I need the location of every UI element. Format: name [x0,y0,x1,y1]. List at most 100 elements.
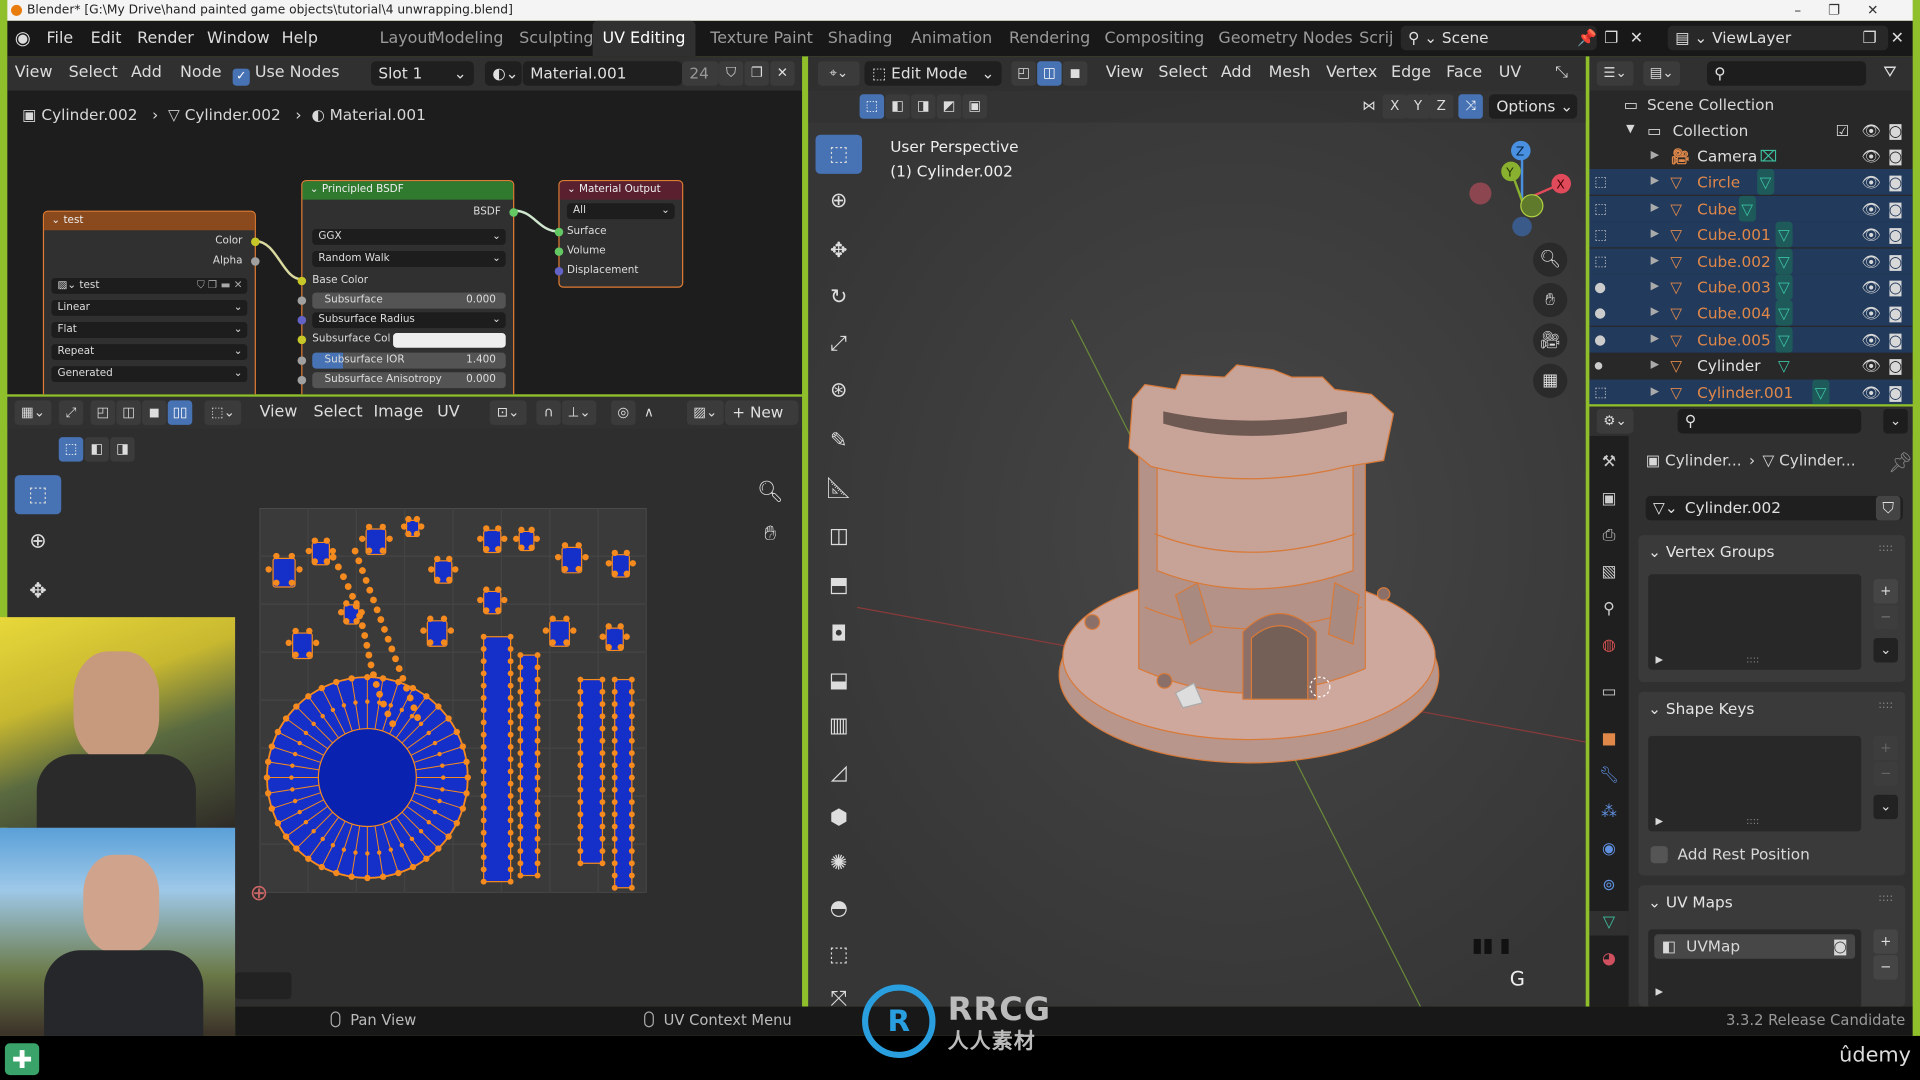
edit-mode-toggle-icon[interactable]: ⬚ [1594,222,1607,248]
socket[interactable] [297,335,307,345]
options-chevron-icon[interactable]: ⌄ [1883,408,1908,434]
camera-data-icon[interactable]: ⌧ [1757,143,1780,169]
pin-scene-icon[interactable]: 📌 [1577,21,1597,57]
vertex-groups-header[interactable]: ⌄ Vertex Groups [1648,542,1774,560]
displacement-socket[interactable] [554,266,564,276]
render-camera-icon[interactable]: ◙ [1888,327,1903,353]
filter-icon[interactable]: ⛛ [1883,56,1896,90]
add-uv-map-button[interactable]: + [1873,929,1898,954]
outliner-collection[interactable]: ▼ ▭ Collection ☑ 👁︎ ◙ [1589,118,1912,144]
image-selector[interactable]: ▨⌄ test ⛉ ❐ ▬ ✕ [51,277,248,294]
render-camera-icon[interactable]: ◙ [1888,143,1903,169]
sticky-select-icon[interactable]: ⬚⌄ [204,400,242,425]
editor-type-icon[interactable]: ⚙⌄ [1596,408,1634,434]
interpolation-dropdown[interactable]: Linear ⌄ [51,300,248,316]
outliner-item[interactable]: ▶ 🎥︎ Camera ⌧ 👁︎ ◙ [1589,143,1912,169]
expand-arrow-icon[interactable]: ▶ [1651,169,1659,195]
drag-handle-icon[interactable]: :::: [1878,893,1893,905]
delete-view-layer-icon[interactable]: ✕ [1891,21,1904,57]
outliner-item[interactable]: ● ▶ ▽ Cylinder ▽ 👁︎ ◙ [1589,353,1912,379]
blender-menu-icon[interactable]: ◉ [15,21,31,57]
add-vertex-group-button[interactable]: + [1873,579,1898,604]
minimize-button[interactable]: – [1794,2,1828,18]
menu-edit[interactable]: Edit [91,21,122,57]
shape-key-specials-button[interactable]: ⌄ [1873,794,1898,820]
outliner-item[interactable]: ⬚ ▶ ▽ Cube.001 ▽ 👁︎ ◙ [1589,221,1913,248]
workspace-tab-layout[interactable]: Layout [380,21,434,57]
display-mode-icon[interactable]: ▤⌄ [1643,61,1681,86]
outliner-search-input[interactable]: ⚲ [1706,61,1867,86]
vertex-groups-list[interactable]: ▶:::: [1648,574,1862,670]
maximize-button[interactable]: ❐ [1828,2,1867,18]
workspace-tab-geometry-nodes[interactable]: Geometry Nodes [1218,21,1352,57]
properties-tab-view-layer[interactable]: ▧ [1597,561,1621,585]
projection-dropdown[interactable]: Flat ⌄ [51,322,248,338]
edit-mode-toggle-icon[interactable]: ⬚ [1594,379,1607,404]
visibility-eye-icon[interactable]: 👁︎ [1861,353,1880,379]
mesh-data-icon[interactable]: ▽ [1775,300,1793,327]
zoom-icon[interactable]: 🔍︎ [1533,242,1568,277]
workspace-tab-animation[interactable]: Animation [911,21,992,57]
mesh-data-icon[interactable]: ▽ [1775,248,1793,274]
properties-tab-scene[interactable]: ⚲ [1597,598,1621,622]
add-plus-icon[interactable]: ✚ [4,1043,40,1076]
socket[interactable] [297,356,307,365]
2d-cursor-icon[interactable]: ⊕ [250,880,268,906]
outliner-item[interactable]: ⬚ ▶ ▽ Circle ▽ 👁︎ ◙ [1589,169,1913,196]
properties-tab-tool[interactable]: ⚒ [1597,451,1621,475]
tower-mesh[interactable] [1058,364,1440,764]
render-camera-icon[interactable]: ◙ [1888,274,1903,300]
mesh-data-icon[interactable]: ▽ [1775,221,1793,248]
vertex-group-specials-button[interactable]: ⌄ [1873,637,1898,663]
properties-tab-physics[interactable]: ◉ [1597,838,1621,862]
render-camera-icon[interactable]: ◙ [1888,248,1903,274]
expand-arrow-icon[interactable]: ▶ [1656,816,1664,827]
subsurface-color-swatch[interactable] [393,333,506,348]
volume-socket[interactable] [554,247,564,256]
resize-handle-icon[interactable]: :::: [1746,654,1759,665]
expand-arrow-icon[interactable]: ▶ [1651,300,1659,326]
edit-mode-toggle-icon[interactable]: ● [1594,274,1606,300]
fake-user-shield-icon[interactable]: ⛉ [1875,495,1901,521]
last-operator-panel[interactable] [235,972,292,1000]
expand-arrow-icon[interactable]: ▶ [1656,986,1664,997]
add-rest-position-checkbox[interactable] [1650,846,1668,864]
subsurface-method-dropdown[interactable]: Random Walk ⌄ [312,251,506,267]
add-shape-key-button[interactable]: + [1873,735,1898,761]
cursor-tool[interactable]: ⊕ [15,522,62,561]
remove-vertex-group-button[interactable]: − [1873,604,1898,630]
properties-editor[interactable]: ⚙⌄ ⚲ ⌄ ⚒ ▣ ⎙ ▧ ⚲ ◍ ▭ ■ 🔧︎ ⁂ ◉ ⊚ ▽ ◕ ▣ Cylinder... › ▽ C… [1589,406,1913,1007]
mode-dot-icon[interactable]: ● [1594,353,1603,379]
pivot-point-icon[interactable]: ⊡⌄ [489,400,527,425]
menu-help[interactable]: Help [282,21,318,57]
menu-window[interactable]: Window [207,21,270,57]
workspace-tab-sculpting[interactable]: Sculpting [519,21,593,57]
mesh-data-icon[interactable]: ▽ [1812,379,1829,405]
menu-view[interactable]: View [260,397,298,429]
select-subtract-icon[interactable]: ◨ [110,437,135,462]
socket[interactable] [297,296,307,305]
properties-tab-collection[interactable]: ▭ [1597,681,1621,705]
workspace-tab-rendering[interactable]: Rendering [1009,21,1090,57]
shape-keys-header[interactable]: ⌄ Shape Keys [1648,699,1754,717]
new-image-button[interactable]: + New [724,400,799,425]
outliner-item[interactable]: ● ▶ ▽ Cube.003 ▽ 👁︎ ◙ [1589,274,1913,301]
extension-dropdown[interactable]: Repeat ⌄ [51,344,248,361]
camera-view-icon[interactable]: 🎥︎ [1533,323,1568,358]
workspace-tab-modeling[interactable]: Modeling [431,21,503,57]
bsdf-socket[interactable] [509,208,518,217]
island-select-mode-icon[interactable]: ▯▯ [167,400,193,425]
mesh-data-icon[interactable]: ▽ [1775,274,1793,301]
outliner-item[interactable]: ⬚ ▶ ▽ Cylinder.001 ▽ 👁︎ ◙ [1589,379,1913,405]
scene-selector[interactable]: ⚲ ⌄ Scene [1400,25,1597,51]
socket[interactable] [297,315,307,325]
outliner-item[interactable]: ● ▶ ▽ Cube.004 ▽ 👁︎ ◙ [1589,300,1913,327]
menu-image[interactable]: Image [373,397,423,429]
select-extend-icon[interactable]: ◧ [84,437,109,462]
sync-selection-icon[interactable]: ⤢ [58,400,84,425]
perspective-grid-icon[interactable]: ▦ [1533,363,1568,398]
render-camera-icon[interactable]: ◙ [1888,353,1903,379]
uv-maps-header[interactable]: ⌄ UV Maps [1648,893,1733,911]
render-camera-icon[interactable]: ◙ [1888,169,1903,195]
uv-map-item[interactable]: ◧ UVMap ◙ [1654,934,1856,959]
